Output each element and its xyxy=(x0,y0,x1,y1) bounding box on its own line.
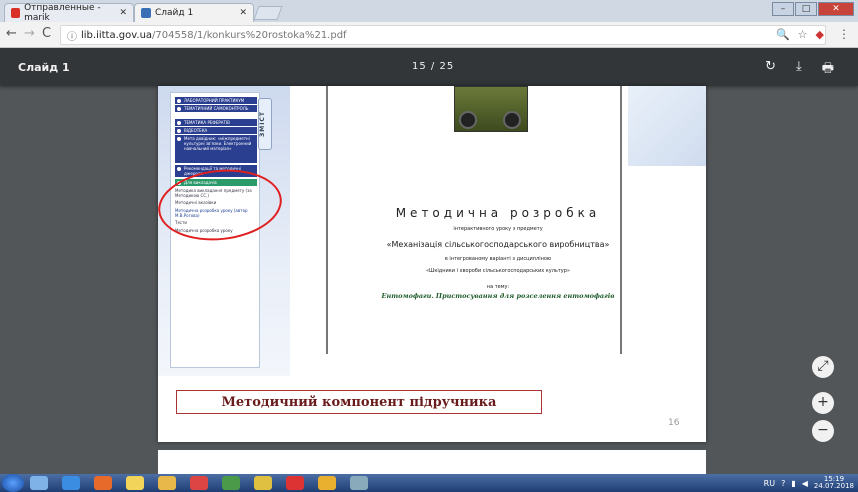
reload-icon[interactable]: C xyxy=(42,26,51,41)
app-icon[interactable] xyxy=(190,476,208,490)
download-icon[interactable]: ⤓ xyxy=(796,59,802,81)
slide-text: інтерактивного уроку з предмету xyxy=(453,226,543,232)
system-tray: RU ? ▮ ◀ 15:19 24.07.2018 xyxy=(764,476,854,490)
tab-gmail[interactable]: Отправленные - marik ✕ xyxy=(4,3,134,23)
user-icon xyxy=(141,8,151,18)
page-caption: Методичний компонент підручника xyxy=(176,390,542,414)
forward-icon[interactable]: → xyxy=(24,26,35,41)
menu-item: ТЕМАТИКА РЕФЕРАТІВ xyxy=(175,119,257,126)
browser-menu-icon[interactable]: ⋮ xyxy=(838,27,850,41)
menu-screenshot: ЛАБОРАТОРНИЙ ПРАКТИКУМ ТЕМАТИЧНИЙ САМОКО… xyxy=(158,86,290,376)
gmail-icon xyxy=(11,8,21,18)
word-icon[interactable] xyxy=(126,476,144,490)
menu-item: Мета довідник: «міжпредметні культурні з… xyxy=(175,135,257,163)
start-button[interactable] xyxy=(2,474,24,492)
current-page[interactable]: 15 xyxy=(412,61,427,72)
decorative-background xyxy=(628,86,706,166)
zoom-in-button[interactable]: + xyxy=(812,392,834,414)
page-indicator: 15 / 25 xyxy=(412,61,454,72)
url-host: lib.iitta.gov.ua xyxy=(81,29,153,41)
slide-text: «Шкідники і хвороби сільськогосподарськи… xyxy=(425,268,570,274)
menu-item: ЛАБОРАТОРНИЙ ПРАКТИКУМ xyxy=(175,97,257,104)
network-icon[interactable]: ▮ xyxy=(791,479,795,488)
explorer-icon[interactable] xyxy=(30,476,48,490)
tractor-image xyxy=(454,86,528,132)
divider xyxy=(620,86,622,354)
tab-slide[interactable]: Слайд 1 ✕ xyxy=(134,3,254,22)
pdf-title: Слайд 1 xyxy=(18,61,70,74)
slide-text: «Механізація сільськогосподарського виро… xyxy=(386,240,610,249)
wheel-shape xyxy=(503,111,521,129)
new-tab-button[interactable] xyxy=(253,6,283,20)
page-separator: / xyxy=(426,61,440,72)
slide-text: на тему: xyxy=(486,284,510,290)
print-icon[interactable]: 🖶 xyxy=(822,59,834,81)
bookmark-star-icon[interactable]: ☆ xyxy=(798,28,808,41)
page-number: 16 xyxy=(668,418,680,428)
url-path: /704558/1/konkurs%20rostoka%21.pdf xyxy=(152,29,347,41)
language-indicator[interactable]: RU xyxy=(764,479,775,488)
pdf-app-icon[interactable] xyxy=(350,476,368,490)
maximize-button[interactable]: □ xyxy=(795,2,817,16)
pdf-page: ЛАБОРАТОРНИЙ ПРАКТИКУМ ТЕМАТИЧНИЙ САМОКО… xyxy=(158,86,706,442)
next-pdf-page xyxy=(158,450,706,474)
zoom-icon[interactable]: 🔍 xyxy=(776,28,790,41)
folder-icon[interactable] xyxy=(158,476,176,490)
slide-text: в інтегрованому варіанті з дисципліною xyxy=(444,256,552,262)
rotate-icon[interactable]: ↻ xyxy=(765,59,776,81)
close-tab-icon[interactable]: ✕ xyxy=(119,8,127,18)
minimize-button[interactable]: – xyxy=(772,2,794,16)
clock-date: 24.07.2018 xyxy=(813,482,854,490)
media-player-icon[interactable] xyxy=(94,476,112,490)
chrome-active-icon[interactable] xyxy=(318,476,336,490)
total-pages: 25 xyxy=(439,61,455,72)
menu-item: ВІДЕОТЕКА xyxy=(175,127,257,134)
chrome-icon[interactable] xyxy=(254,476,272,490)
back-icon[interactable]: ← xyxy=(6,26,17,41)
pdf-toolbar: Слайд 1 15 / 25 ↻ ⤓ 🖶 xyxy=(0,48,858,86)
wheel-shape xyxy=(459,111,477,129)
windows-taskbar: RU ? ▮ ◀ 15:19 24.07.2018 xyxy=(0,474,858,492)
excel-icon[interactable] xyxy=(222,476,240,490)
help-icon[interactable]: ? xyxy=(781,479,785,488)
browser-toolbar: ← → C ⓘ lib.iitta.gov.ua /704558/1/konku… xyxy=(0,22,858,48)
zoom-out-button[interactable]: − xyxy=(812,420,834,442)
menu-label: ЗМІСТ xyxy=(258,98,272,150)
extension-icon[interactable]: ◆ xyxy=(816,28,824,41)
close-tab-icon[interactable]: ✕ xyxy=(239,8,247,18)
clock[interactable]: 15:19 24.07.2018 xyxy=(814,476,854,490)
fit-page-button[interactable]: ⤢ xyxy=(812,356,834,378)
pdf-tools: ↻ ⤓ 🖶 xyxy=(765,59,834,81)
window-controls: – □ ✕ xyxy=(772,2,854,16)
omnibox-actions: 🔍 ☆ ◆ xyxy=(776,28,824,41)
tab-title: Отправленные - marik xyxy=(24,3,101,23)
volume-icon[interactable]: ◀ xyxy=(802,479,808,488)
tab-title: Слайд 1 xyxy=(155,8,194,18)
close-window-button[interactable]: ✕ xyxy=(818,2,854,16)
divider xyxy=(326,86,328,354)
internet-explorer-icon[interactable] xyxy=(62,476,80,490)
slide-topic: Ентомофаги. Пристосування для розселення… xyxy=(381,292,615,300)
slide-heading: Методична розробка xyxy=(395,206,601,220)
tab-strip: Отправленные - marik ✕ Слайд 1 ✕ – □ ✕ xyxy=(0,0,858,23)
info-icon[interactable]: ⓘ xyxy=(67,28,77,43)
address-bar[interactable]: ⓘ lib.iitta.gov.ua /704558/1/konkurs%20r… xyxy=(60,25,826,45)
opera-icon[interactable] xyxy=(286,476,304,490)
menu-item: ТЕМАТИЧНИЙ САМОКОНТРОЛЬ xyxy=(175,105,257,112)
